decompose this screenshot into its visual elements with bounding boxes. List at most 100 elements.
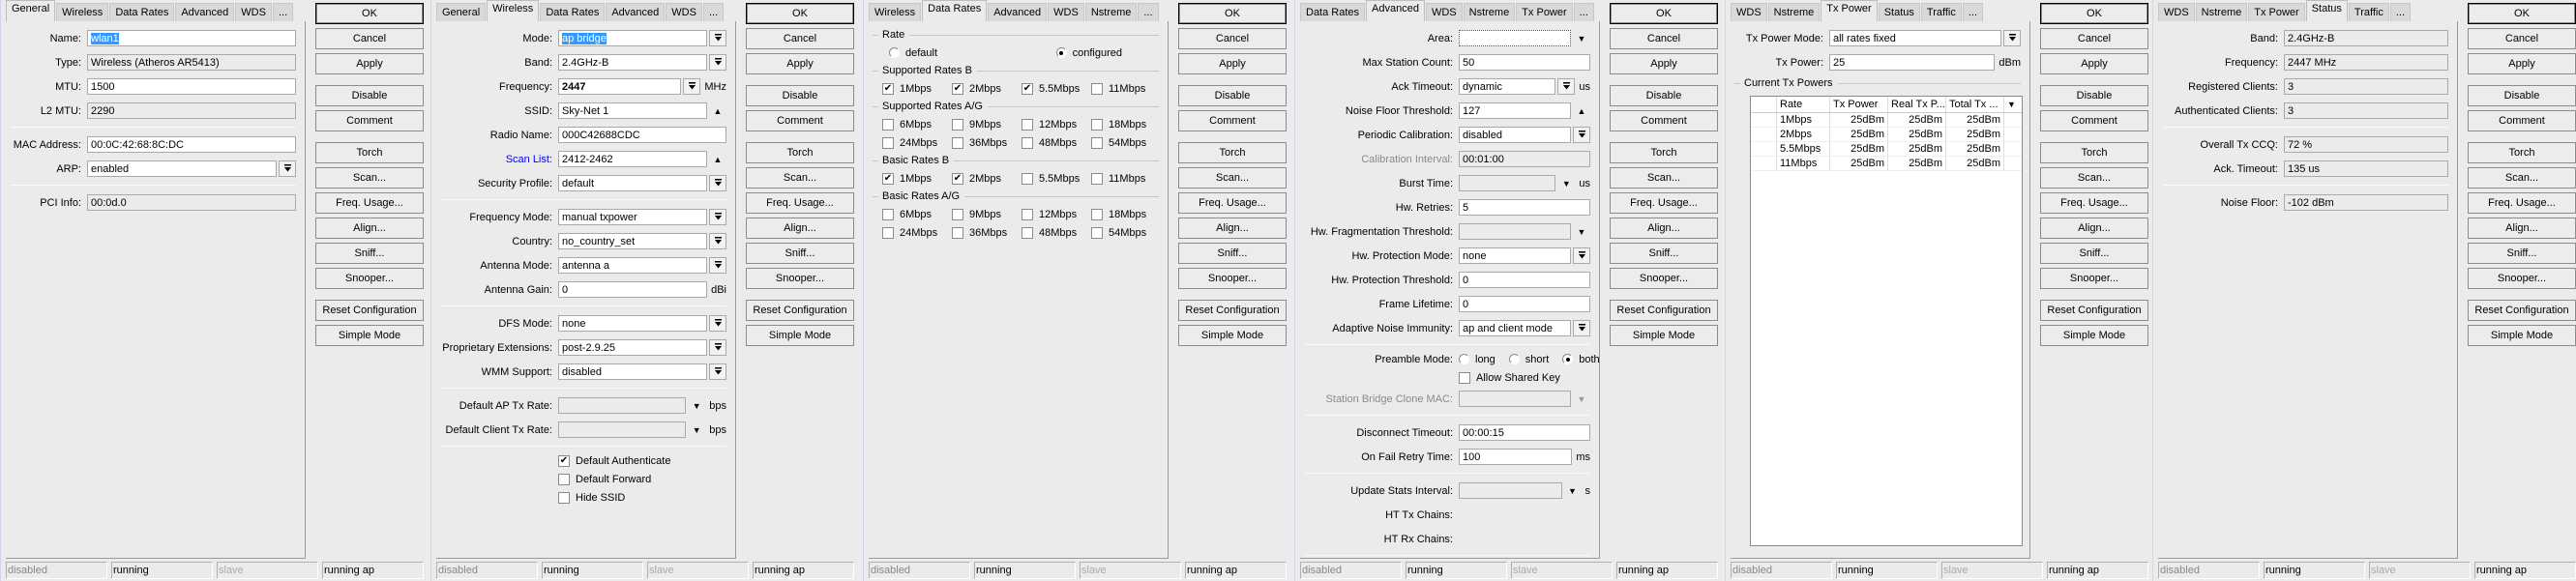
radio-button[interactable] xyxy=(1508,354,1520,364)
reset-configuration-button[interactable]: Reset Configuration xyxy=(2040,300,2148,321)
dropdown-arrow-icon[interactable] xyxy=(709,339,726,356)
comment-button[interactable]: Comment xyxy=(2040,110,2148,131)
checkbox[interactable] xyxy=(1091,82,1103,95)
checkbox-36mbps[interactable]: 36Mbps xyxy=(952,223,1022,242)
hw-fragmentation-threshold-input[interactable] xyxy=(1459,223,1571,240)
adaptive-noise-immunity-input[interactable]: ap and client mode xyxy=(1459,320,1571,336)
arp-input[interactable]: enabled xyxy=(87,160,277,177)
dfs-mode-input[interactable]: none xyxy=(558,315,707,332)
cancel-button[interactable]: Cancel xyxy=(2040,28,2148,49)
checkbox-24mbps[interactable]: 24Mbps xyxy=(882,223,952,242)
dropdown-arrow-icon[interactable] xyxy=(709,175,726,191)
hw-protection-mode-input[interactable]: none xyxy=(1459,247,1571,264)
snooper-button[interactable]: Snooper... xyxy=(2468,268,2576,289)
checkbox-54mbps[interactable]: 54Mbps xyxy=(1091,223,1161,242)
checkbox-11mbps[interactable]: 11Mbps xyxy=(1091,79,1161,98)
sniff-button[interactable]: Sniff... xyxy=(1610,243,1718,264)
scan-list-input[interactable]: 2412-2462 xyxy=(558,151,707,167)
checkbox[interactable] xyxy=(952,226,963,239)
tab-traffic[interactable]: Traffic xyxy=(1920,3,1962,21)
ok-button[interactable]: OK xyxy=(1610,3,1718,24)
tab-wds[interactable]: WDS xyxy=(235,3,272,21)
checkbox-6mbps[interactable]: 6Mbps xyxy=(882,205,952,223)
checkbox-11mbps[interactable]: 11Mbps xyxy=(1091,169,1161,188)
reset-configuration-button[interactable]: Reset Configuration xyxy=(746,300,854,321)
comment-button[interactable]: Comment xyxy=(1178,110,1287,131)
name-input[interactable]: wlan1 xyxy=(87,30,296,46)
cancel-button[interactable]: Cancel xyxy=(746,28,854,49)
area-input[interactable] xyxy=(1459,30,1571,46)
torch-button[interactable]: Torch xyxy=(2040,142,2148,163)
column-header-real-tx-p[interactable]: Real Tx P... xyxy=(1888,97,1946,112)
checkbox[interactable] xyxy=(882,118,894,131)
tab-more[interactable]: ... xyxy=(1138,3,1159,21)
radio-button[interactable] xyxy=(1459,354,1469,364)
checkbox-18mbps[interactable]: 18Mbps xyxy=(1091,205,1161,223)
disable-button[interactable]: Disable xyxy=(2468,85,2576,106)
checkbox[interactable] xyxy=(882,208,894,220)
checkbox[interactable] xyxy=(1022,136,1033,149)
apply-button[interactable]: Apply xyxy=(2040,53,2148,74)
checkbox[interactable]: ✔ xyxy=(882,82,894,95)
column-header-blank[interactable] xyxy=(1751,97,1777,112)
reset-configuration-button[interactable]: Reset Configuration xyxy=(315,300,424,321)
disconnect-timeout-input[interactable]: 00:00:15 xyxy=(1459,424,1590,441)
checkbox-54mbps[interactable]: 54Mbps xyxy=(1091,133,1161,152)
apply-button[interactable]: Apply xyxy=(1610,53,1718,74)
dropdown-down-arrow-icon[interactable]: ▼ xyxy=(1573,30,1590,46)
simple-mode-button[interactable]: Simple Mode xyxy=(1610,325,1718,346)
tx-power-mode-input[interactable]: all rates fixed xyxy=(1829,30,2001,46)
radio-configured[interactable]: configured xyxy=(1055,47,1122,59)
align-button[interactable]: Align... xyxy=(315,218,424,239)
checkbox-36mbps[interactable]: 36Mbps xyxy=(952,133,1022,152)
checkbox-default-authenticate[interactable]: ✔ Default Authenticate xyxy=(558,454,670,467)
column-header-total-tx[interactable]: Total Tx ... xyxy=(1946,97,2004,112)
scan-list-label[interactable]: Scan List: xyxy=(436,154,558,165)
torch-button[interactable]: Torch xyxy=(746,142,854,163)
align-button[interactable]: Align... xyxy=(2468,218,2576,239)
checkbox-12mbps[interactable]: 12Mbps xyxy=(1022,115,1091,133)
tab-more[interactable]: ... xyxy=(1962,3,1984,21)
checkbox[interactable] xyxy=(952,136,963,149)
tab-more[interactable]: ... xyxy=(1573,3,1594,21)
frame-lifetime-input[interactable]: 0 xyxy=(1459,296,1590,312)
ok-button[interactable]: OK xyxy=(315,3,424,24)
comment-button[interactable]: Comment xyxy=(315,110,424,131)
align-button[interactable]: Align... xyxy=(1610,218,1718,239)
radio-default[interactable]: default xyxy=(889,47,937,59)
checkbox[interactable] xyxy=(1459,371,1470,384)
checkbox-6mbps[interactable]: 6Mbps xyxy=(882,115,952,133)
torch-button[interactable]: Torch xyxy=(1610,142,1718,163)
mac-address-input[interactable]: 00:0C:42:68:8C:DC xyxy=(87,136,296,153)
tab-data-rates[interactable]: Data Rates xyxy=(109,3,175,21)
disable-button[interactable]: Disable xyxy=(746,85,854,106)
checkbox-48mbps[interactable]: 48Mbps xyxy=(1022,223,1091,242)
align-button[interactable]: Align... xyxy=(746,218,854,239)
table-row[interactable]: 11Mbps 25dBm 25dBm 25dBm xyxy=(1751,157,2022,171)
snooper-button[interactable]: Snooper... xyxy=(2040,268,2148,289)
checkbox[interactable]: ✔ xyxy=(1022,82,1033,95)
proprietary-extensions-input[interactable]: post-2.9.25 xyxy=(558,339,707,356)
radio-short[interactable]: short xyxy=(1508,354,1549,365)
tab-more[interactable]: ... xyxy=(702,3,725,21)
dropdown-down-arrow-icon[interactable]: ▼ xyxy=(688,421,705,438)
checkbox[interactable]: ✔ xyxy=(558,454,570,467)
dropdown-arrow-icon[interactable] xyxy=(709,233,726,249)
tab-nstreme[interactable]: Nstreme xyxy=(1463,3,1516,21)
checkbox[interactable] xyxy=(952,208,963,220)
tab-status[interactable]: Status xyxy=(2305,0,2348,21)
expand-up-arrow-icon[interactable]: ▲ xyxy=(1573,102,1590,119)
checkbox[interactable] xyxy=(558,491,570,504)
reset-configuration-button[interactable]: Reset Configuration xyxy=(1178,300,1287,321)
torch-button[interactable]: Torch xyxy=(1178,142,1287,163)
apply-button[interactable]: Apply xyxy=(2468,53,2576,74)
tab-wds[interactable]: WDS xyxy=(1731,3,1767,21)
scan-button[interactable]: Scan... xyxy=(1178,167,1287,189)
table-row[interactable]: 5.5Mbps 25dBm 25dBm 25dBm xyxy=(1751,142,2022,157)
dropdown-arrow-icon[interactable] xyxy=(279,160,296,177)
scan-button[interactable]: Scan... xyxy=(2468,167,2576,189)
checkbox[interactable] xyxy=(1091,136,1103,149)
checkbox-48mbps[interactable]: 48Mbps xyxy=(1022,133,1091,152)
mtu-input[interactable]: 1500 xyxy=(87,78,296,95)
ok-button[interactable]: OK xyxy=(1178,3,1287,24)
